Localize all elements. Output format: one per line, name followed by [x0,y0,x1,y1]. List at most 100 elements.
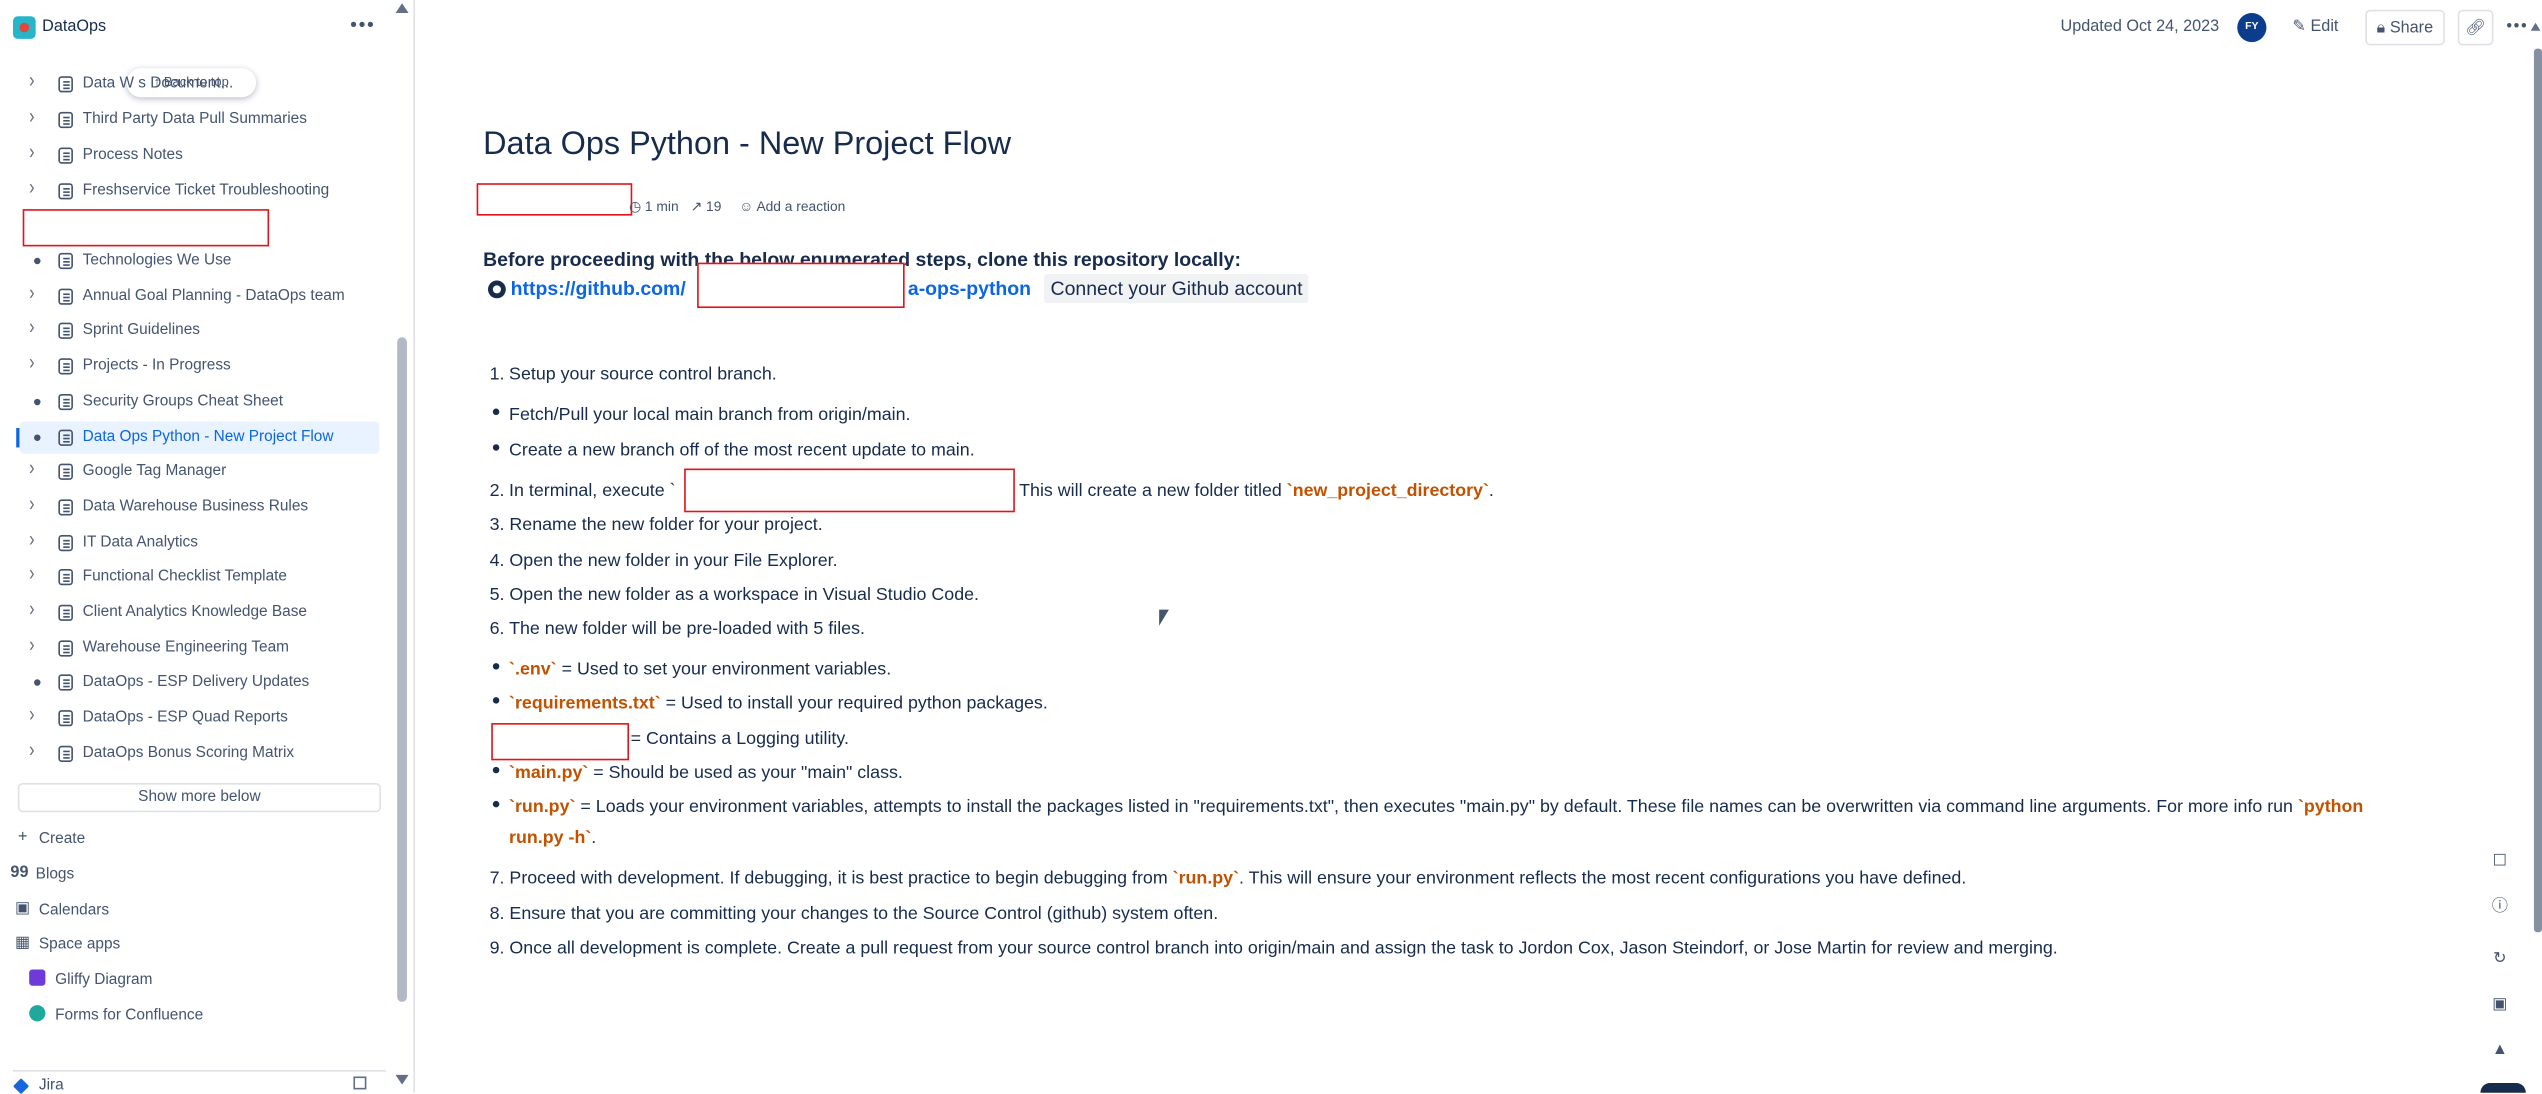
connect-github-button[interactable]: Connect your Github account [1044,273,1310,304]
sidebar-item[interactable]: Technologies We Use [19,245,379,277]
more-actions-icon[interactable]: ••• [2506,10,2528,46]
sidebar-item[interactable]: Security Groups Cheat Sheet [19,386,379,418]
calendars-label: Calendars [38,901,110,920]
nav-space-apps[interactable]: ▦ Space apps [13,929,386,958]
mouse-cursor-icon [1159,609,1169,626]
sidebar-item-label: Data W s Document... [82,74,234,93]
last-updated: Updated Oct 24, 2023 [2060,17,2220,36]
sidebar-item[interactable]: › DataOps Bonus Scoring Matrix [19,738,379,770]
page-icon [58,569,73,586]
step-1: 1. Setup your source control branch. [490,365,777,384]
sidebar-scroll-thumb[interactable] [397,337,407,1002]
chevron-right-icon[interactable]: › [29,70,34,93]
bullet-icon [34,257,41,265]
avatar[interactable]: FY [2237,12,2267,43]
chevron-right-icon[interactable]: › [29,317,34,340]
chevron-right-icon[interactable]: › [29,599,34,622]
chevron-right-icon[interactable]: › [29,177,34,200]
sidebar-item[interactable]: › IT Data Analytics [19,527,379,559]
step-8: 8. Ensure that you are committing your c… [489,904,1219,925]
page-icon [58,147,73,164]
comments-icon[interactable]: ☐ [2484,846,2516,878]
view-count-label: 19 [706,197,722,214]
repo-link[interactable]: https://github.com/ [511,277,686,300]
code-text: `run.py` [1172,868,1240,889]
redacted-repo-owner [697,262,905,309]
sidebar-item-label: Warehouse Engineering Team [82,638,290,657]
sidebar-item[interactable]: Data Ops Python - New Project Flow [16,421,380,454]
chevron-right-icon[interactable]: › [29,634,34,657]
chevron-right-icon[interactable]: › [29,740,34,763]
scroll-down-arrow-icon[interactable] [395,1074,409,1085]
chevron-right-icon[interactable]: › [29,563,34,586]
list-item: Create a new branch off of the most rece… [490,441,975,460]
quote-icon: 99 [10,864,29,882]
space-header[interactable]: DataOps ••• [0,0,392,55]
sidebar: DataOps ••• ↑ Back to top Show more belo… [0,0,416,1094]
sidebar-item[interactable]: › DataOps - ESP Quad Reports [19,702,379,734]
create-label: Create [38,830,86,848]
sidebar-item[interactable]: › Data Warehouse Business Rules [19,491,379,523]
repo-link-suffix[interactable]: a-ops-python [908,277,1031,300]
sidebar-item[interactable]: › Google Tag Manager [19,456,379,488]
redacted-tree-item [22,209,270,247]
nav-forms-for-confluence[interactable]: Forms for Confluence [13,1000,386,1029]
redacted-author [476,183,633,216]
lock-icon: 🔒︎ [2376,19,2386,38]
sidebar-item[interactable]: › Process Notes [19,139,379,171]
file-run: `run.py` = Loads your environment variab… [490,798,2363,817]
sidebar-item-label: Technologies We Use [82,251,232,270]
bullet-icon [34,434,41,441]
file-main: `main.py` = Should be used as your "main… [490,764,903,783]
sidebar-item[interactable]: › Client Analytics Knowledge Base [19,597,379,629]
external-link-icon[interactable] [353,1076,367,1090]
sidebar-item[interactable]: DataOps - ESP Delivery Updates [19,666,379,698]
space-name[interactable]: DataOps [42,18,106,36]
info-icon[interactable]: ⓘ [2484,892,2516,924]
create-button[interactable]: + Create [13,824,386,853]
video-icon[interactable]: ▣ [2484,989,2516,1021]
assistant-button[interactable] [2480,1082,2526,1093]
chevron-right-icon[interactable]: › [29,704,34,727]
edit-button[interactable]: ✎ Edit [2292,10,2338,46]
space-more-icon[interactable]: ••• [350,13,375,36]
list-text: = Used to set your environment variables… [556,659,892,680]
loop-icon[interactable]: ↻ [2484,944,2516,976]
view-count[interactable]: ↗ 19 [691,198,722,216]
sidebar-item[interactable]: › Projects - In Progress [19,350,379,382]
code-text: `main.py` [509,763,589,784]
sidebar-item[interactable]: › Freshservice Ticket Troubleshooting [19,175,379,207]
chevron-right-icon[interactable]: › [29,529,34,552]
trend-icon: ↗ [690,197,703,214]
sidebar-item[interactable]: › Functional Checklist Template [19,561,379,593]
announcement-icon[interactable]: ▲ [2484,1034,2516,1066]
page-icon [58,429,73,446]
page-scroll-up-icon[interactable] [2530,22,2541,31]
chevron-right-icon[interactable]: › [29,458,34,481]
nav-blogs[interactable]: 99 Blogs [10,859,383,888]
gliffy-icon [29,969,46,986]
sidebar-item[interactable]: › Annual Goal Planning - DataOps team [19,280,379,312]
sidebar-item[interactable]: › Third Party Data Pull Summaries [19,104,379,136]
page-scrollbar[interactable] [2533,48,2542,933]
show-more-button[interactable]: Show more below [17,783,381,813]
add-reaction-label: Add a reaction [756,197,846,214]
add-reaction-button[interactable]: ☺ Add a reaction [739,198,845,214]
chevron-right-icon[interactable]: › [29,493,34,516]
sidebar-item-label: DataOps - ESP Delivery Updates [82,672,310,691]
chevron-right-icon[interactable]: › [29,283,34,306]
jira-link[interactable]: Jira [12,1069,386,1094]
copy-link-button[interactable]: 🔗︎ [2457,9,2494,46]
share-button[interactable]: 🔒︎ Share [2365,9,2445,46]
nav-calendars[interactable]: ▣ Calendars [13,895,386,924]
scroll-up-arrow-icon[interactable] [395,3,409,13]
step-6: 6. The new folder will be pre-loaded wit… [489,619,865,639]
chevron-right-icon[interactable]: › [29,352,34,375]
sidebar-item[interactable]: › Data W s Document... [19,68,379,100]
chevron-right-icon[interactable]: › [29,142,34,165]
sidebar-item[interactable]: › Warehouse Engineering Team [19,632,379,664]
nav-gliffy-diagram[interactable]: Gliffy Diagram [13,965,386,994]
file-env: `.env` = Used to set your environment va… [490,659,892,680]
sidebar-item[interactable]: › Sprint Guidelines [19,315,379,347]
chevron-right-icon[interactable]: › [29,106,34,129]
